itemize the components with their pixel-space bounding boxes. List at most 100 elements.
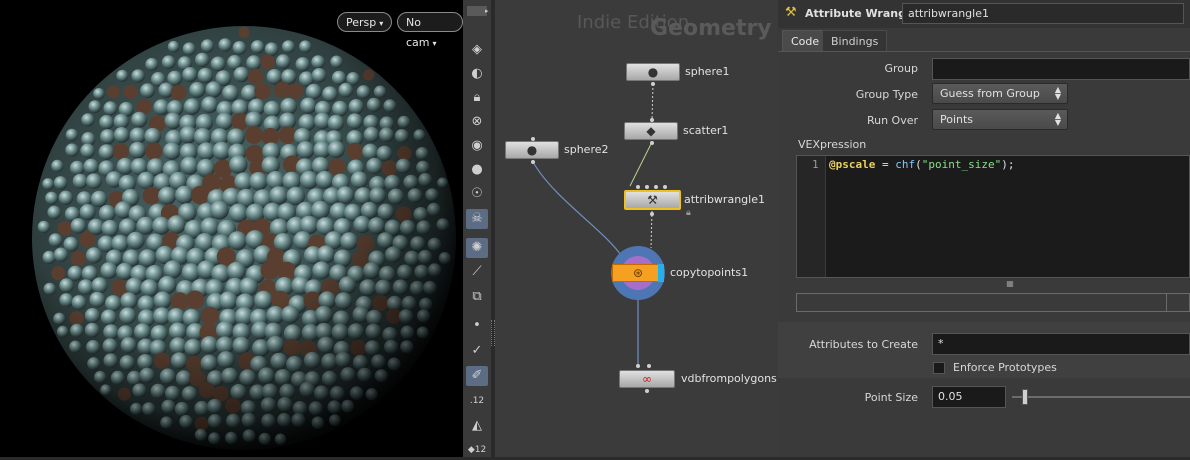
node-sphere2[interactable]: ● [505,141,559,159]
vertex-number-icon[interactable]: .12 [466,391,488,411]
primitive-number-icon[interactable]: ◆12 [466,440,488,460]
updown-arrow-icon: ▲ ▼ [1054,85,1061,101]
code-attribute: @pscale [829,158,876,171]
ghost-icon[interactable]: ◐ [466,64,488,84]
attributes-label: Attributes to Create [809,338,918,351]
skull-icon[interactable]: ☠ [466,209,488,229]
lock-icon[interactable]: 🔒︎ [466,88,488,108]
viewport-toolbar: ▸ ◈ ◐ 🔒︎ ⊗ ◉ ● ☉ ☠ ✺ ⟋ ⧉ • ✓ ✐ .12 ◭ ◆12 [463,0,492,457]
node-scatter1[interactable]: ◆ [624,122,678,140]
run-over-value: Points [940,113,974,126]
sphere-icon: ● [526,143,538,157]
sphere-icon: ● [647,65,659,79]
group-type-label: Group Type [855,88,918,101]
node-attribwrangle1[interactable]: ⚒ [624,190,681,210]
chevron-down-icon: ▾ [432,39,437,48]
point-size-label: Point Size [864,391,918,404]
camera-menu[interactable]: No cam ▾ [397,12,463,49]
output-connector[interactable] [645,389,649,393]
snapping-icon[interactable]: ⊗ [466,112,488,132]
output-bar-divider [1166,293,1167,312]
run-over-menu[interactable]: Points ▲ ▼ [932,109,1068,130]
group-type-value: Guess from Group [940,87,1040,100]
node-copytopoints1[interactable]: ⊛ [612,264,664,282]
wrangle-icon: ⚒ [647,193,658,207]
output-connector[interactable] [531,160,535,164]
point-size-field[interactable]: 0.05 [932,386,1006,408]
group-label: Group [884,62,919,75]
visualize-icon[interactable]: ◉ [466,136,488,156]
run-over-label: Run Over [866,114,918,127]
group-type-menu[interactable]: Guess from Group ▲ ▼ [932,83,1068,104]
code-line: @pscale = chf("point_size"); [829,158,1014,171]
point-size-value: 0.05 [938,390,963,403]
attributes-value: * [938,337,944,350]
node-sphere1[interactable]: ● [626,63,680,81]
node-label-copytopoints1: copytopoints1 [670,266,749,279]
lock-icon: 🔒︎ [686,208,691,218]
camera-mode-menu[interactable]: Persp ▾ [337,12,393,32]
scene-viewport[interactable]: Persp ▾ No cam ▾ [0,0,463,457]
code-output-bar [796,293,1190,312]
primitive-number-label: 12 [474,445,487,455]
node-name-value: attribwrangle1 [908,7,989,20]
node-type-label: Attribute Wrangle [805,7,918,20]
vex-code-editor[interactable]: 1 @pscale = chf("point_size"); [796,155,1190,278]
scatter-icon: ◆ [646,124,656,138]
tab-bindings[interactable]: Bindings [822,30,888,51]
input-connector[interactable] [654,185,658,189]
node-label-scatter1: scatter1 [683,124,729,137]
parameter-pane: ⚒ Attribute Wrangle attribwrangle1 Code … [778,0,1190,457]
network-editor[interactable]: Indie Edition Geometry ● sphere1 ◆ scatt… [495,0,778,457]
editor-resize-grip[interactable]: ▦ [1004,280,1016,288]
selection-icon[interactable]: ✐ [466,366,488,386]
output-connector[interactable] [650,212,654,216]
output-connector[interactable] [651,82,655,86]
node-name-field[interactable]: attribwrangle1 [902,3,1184,24]
code-operator: = [875,158,896,171]
code-paren: ( [915,158,922,171]
input-connector[interactable] [663,185,667,189]
enforce-prototypes-label: Enforce Prototypes [953,361,1057,374]
input-connector[interactable] [647,364,651,368]
rendered-sphere-of-spheres [30,24,458,452]
display-flag[interactable] [658,264,664,282]
brush-icon[interactable]: ✓ [466,341,488,361]
node-vdbfrompolygons1[interactable]: ∞ [619,370,675,388]
code-string: "point_size" [921,158,1002,171]
tab-divider [778,51,1190,52]
updown-arrow-icon: ▲ ▼ [1054,111,1061,127]
line-number: 1 [812,158,819,171]
chevron-down-icon: ▾ [379,19,384,28]
node-label-sphere1: sphere1 [685,65,730,78]
point-icon[interactable]: • [466,316,488,336]
light-icon[interactable]: ● [466,160,488,180]
wrangle-node-icon: ⚒ [785,5,797,20]
enforce-prototypes-checkbox[interactable] [933,362,945,374]
background-icon[interactable]: ⧉ [466,287,488,307]
handle-icon[interactable]: ☉ [466,184,488,204]
input-connector[interactable] [645,185,649,189]
input-connector[interactable] [636,364,640,368]
group-field[interactable] [932,58,1190,80]
node-label-attribwrangle1: attribwrangle1 [684,193,765,206]
input-connector[interactable] [636,185,640,189]
copy-to-points-icon: ⊛ [632,266,644,280]
point-size-slider-handle[interactable] [1022,389,1028,405]
output-connector[interactable] [650,141,654,145]
point-size-slider-track[interactable] [1012,396,1190,398]
code-paren-close: ); [1001,158,1015,171]
shading-icon[interactable]: ✺ [466,238,488,258]
paint-icon[interactable]: ◭ [466,416,488,436]
vex-label: VEXpression [798,138,867,151]
node-label-sphere2: sphere2 [564,143,609,156]
display-options-icon[interactable]: ◈ [466,40,488,60]
line-number-gutter [797,156,826,277]
camera-mode-label: Persp [346,16,377,29]
code-function: chf [895,158,916,171]
toolbar-grip[interactable] [467,6,487,16]
vdb-icon: ∞ [642,372,652,386]
wireframe-icon[interactable]: ⟋ [466,262,488,282]
attributes-field[interactable]: * [932,333,1190,355]
vertex-number-label: 12 [472,396,485,406]
